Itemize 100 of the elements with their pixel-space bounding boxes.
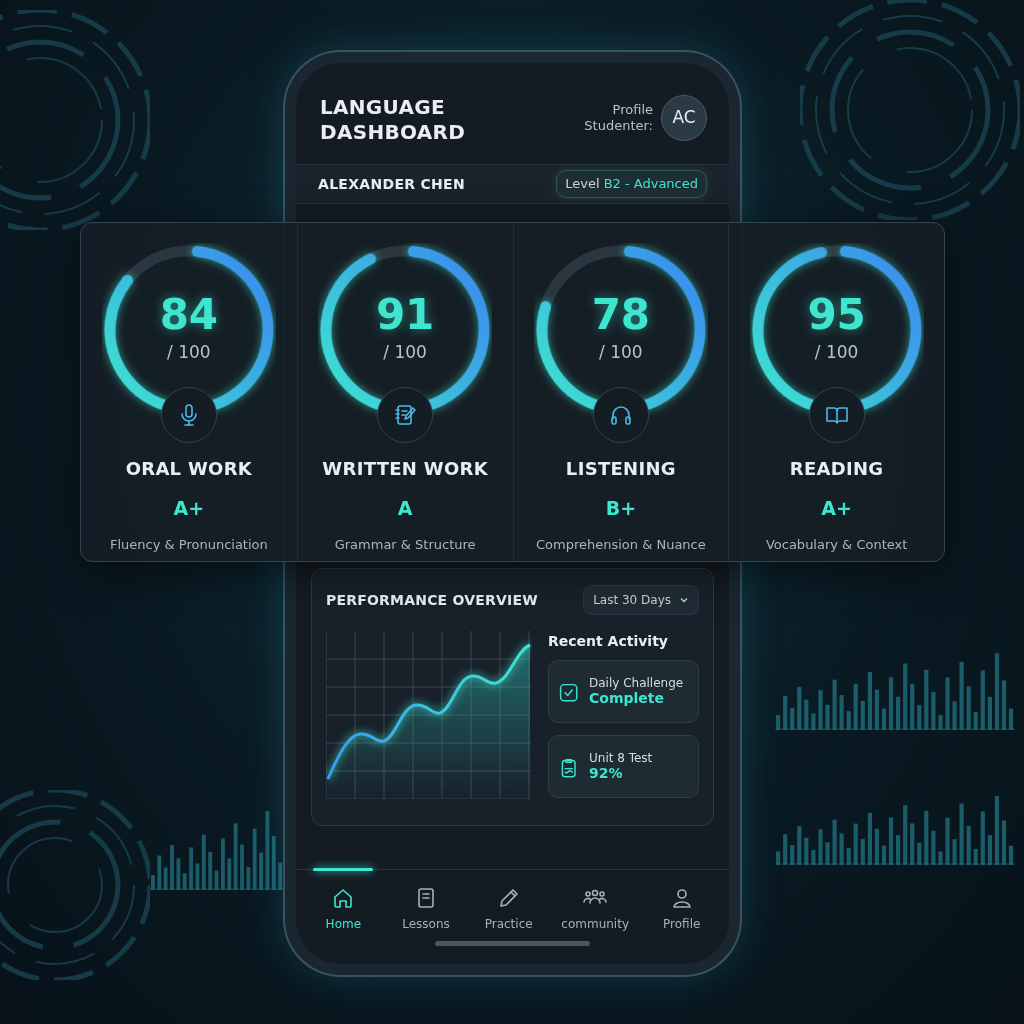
- chart-bar: [980, 811, 985, 865]
- student-name: ALEXANDER CHEN: [318, 174, 465, 194]
- nav-tab[interactable]: Home: [302, 871, 385, 933]
- activity-result: 92%: [589, 765, 624, 783]
- activity-result: Complete: [589, 690, 665, 708]
- score-max: / 100: [383, 341, 427, 365]
- chart-bar: [790, 845, 795, 865]
- chart-bar: [896, 835, 901, 865]
- nav-tab[interactable]: Profile: [640, 871, 724, 933]
- chart-bar: [973, 712, 978, 730]
- category-description: Vocabulary & Context: [765, 535, 908, 554]
- chart-bar: [903, 663, 908, 730]
- chart-bar: [832, 819, 837, 865]
- chart-bar: [825, 704, 830, 730]
- headphones-icon: [608, 403, 633, 427]
- chart-bar: [917, 842, 922, 865]
- category-title: ORAL WORK: [125, 457, 253, 481]
- chart-bar: [973, 848, 978, 865]
- chart-bar: [924, 810, 929, 865]
- profile-label: Profile Studenter:: [583, 102, 653, 134]
- nav-tab[interactable]: community: [550, 871, 641, 933]
- chart-bar: [903, 805, 908, 865]
- chart-bar: [987, 696, 992, 730]
- chart-bar: [931, 830, 936, 865]
- score-value: 78: [591, 294, 651, 337]
- category-title: LISTENING: [565, 457, 676, 481]
- chart-bar: [853, 823, 858, 865]
- category-description: Comprehension & Nuance: [536, 535, 706, 554]
- chart-bar: [910, 683, 915, 730]
- chart-bar: [860, 701, 865, 730]
- score-value: 95: [807, 294, 866, 337]
- dashboard-title: LANGUAGE DASHBOARD: [320, 95, 467, 145]
- chart-bar: [783, 695, 788, 730]
- card-title: PERFORMANCE OVERVIEW: [326, 590, 538, 610]
- chart-bar: [952, 839, 957, 865]
- chart-bar: [917, 705, 922, 730]
- chart-bar: [924, 669, 929, 730]
- chart-bar: [896, 696, 901, 730]
- activity-title: Daily Challenge: [589, 675, 684, 691]
- section-title: Recent Activity: [548, 632, 669, 651]
- chart-bar: [804, 837, 809, 865]
- chart-bar: [959, 661, 964, 730]
- chart-bar: [910, 823, 915, 865]
- chart-bar: [221, 838, 225, 890]
- chart-bar: [259, 852, 263, 890]
- chart-bar: [945, 817, 950, 865]
- score-max: / 100: [814, 341, 859, 365]
- avatar[interactable]: AC: [661, 95, 707, 141]
- chart-bar: [151, 875, 155, 890]
- chart-bar: [931, 691, 936, 730]
- date-range-dropdown[interactable]: Last 30 Days: [583, 585, 699, 615]
- notebook-icon: [393, 403, 418, 427]
- chart-bar: [818, 829, 823, 865]
- chart-bar: [818, 690, 823, 730]
- chart-bar: [832, 679, 837, 730]
- nav-tab[interactable]: Practice: [467, 871, 550, 933]
- activity-card[interactable]: Daily Challenge Complete: [548, 660, 699, 723]
- category-description: Fluency & Pronunciation: [110, 535, 268, 554]
- grade: B+: [605, 496, 637, 521]
- chart-bar: [797, 686, 802, 730]
- score-max: / 100: [599, 341, 643, 365]
- chart-bar: [839, 695, 844, 730]
- chart-bar: [790, 707, 795, 730]
- chart-bar: [846, 711, 851, 730]
- category-description: Grammar & Structure: [334, 535, 476, 554]
- chart-bar: [966, 825, 971, 865]
- chart-bar: [860, 838, 865, 865]
- chart-bar: [994, 795, 999, 865]
- chart-bar: [874, 689, 879, 730]
- chart-bar: [776, 851, 781, 865]
- chart-bar: [170, 845, 174, 890]
- chart-bar: [966, 686, 971, 730]
- activity-title: Unit 8 Test: [589, 750, 653, 766]
- nav-tab[interactable]: Lessons: [384, 871, 468, 933]
- category-title: WRITTEN WORK: [322, 457, 488, 481]
- chevron-down-icon: [679, 595, 689, 605]
- activity-card[interactable]: Unit 8 Test 92%: [548, 735, 699, 798]
- chart-bar: [952, 701, 957, 730]
- grade: A: [397, 496, 413, 521]
- chart-bar: [804, 699, 809, 730]
- level-badge: Level B2 - Advanced: [556, 170, 707, 198]
- chart-bar: [980, 670, 985, 730]
- chart-bar: [278, 862, 283, 890]
- score-value: 91: [375, 294, 435, 337]
- chart-bar: [959, 803, 964, 865]
- chart-bar: [189, 847, 193, 890]
- chart-bar: [811, 850, 816, 865]
- chart-bar: [825, 842, 830, 865]
- chart-bar: [874, 828, 879, 865]
- chart-bar: [846, 848, 851, 865]
- grade: A+: [821, 496, 852, 521]
- chart-bar: [783, 834, 788, 865]
- chart-bar: [945, 677, 950, 730]
- chart-bar: [776, 715, 781, 730]
- category-title: READING: [789, 457, 884, 481]
- chart-bar: [797, 826, 802, 865]
- chart-bar: [811, 713, 816, 730]
- chart-bar: [839, 833, 844, 865]
- grade: A+: [173, 496, 205, 521]
- score-value: 84: [159, 294, 219, 337]
